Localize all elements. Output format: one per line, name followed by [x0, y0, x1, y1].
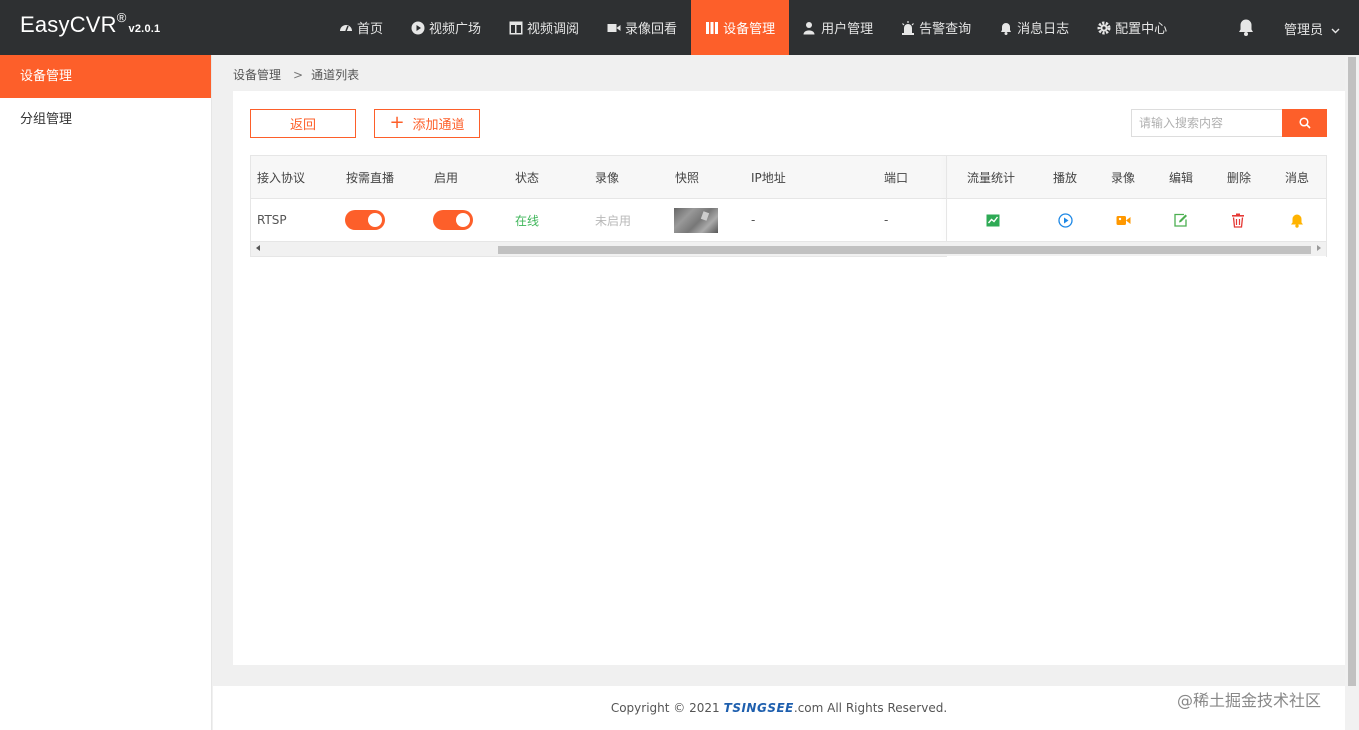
play-icon[interactable]: [1058, 212, 1073, 228]
search-button[interactable]: [1282, 109, 1327, 137]
alarm-icon: [902, 20, 915, 35]
snapshot-thumbnail[interactable]: [674, 207, 718, 233]
footer: Copyright © 2021 TSINGSEE .com All Rights…: [213, 686, 1345, 730]
column-header-snapshot[interactable]: 快照: [675, 156, 699, 198]
column-header-enable[interactable]: 启用: [434, 156, 458, 198]
user-icon: [803, 21, 815, 34]
column-header-edit: 编辑: [1169, 170, 1194, 185]
enable-toggle[interactable]: [433, 210, 473, 230]
edit-icon[interactable]: [1173, 213, 1188, 228]
breadcrumb: 设备管理 > 通道列表: [233, 66, 359, 83]
column-header-delete: 删除: [1227, 170, 1252, 185]
sidebar: 设备管理 分组管理: [0, 55, 212, 730]
column-header-play: 播放: [1053, 170, 1078, 185]
nav-item-device-management[interactable]: 设备管理: [691, 0, 790, 55]
user-menu[interactable]: 管理员: [1284, 19, 1340, 38]
column-header-traffic: 流量统计: [967, 170, 1016, 185]
column-header-message: 消息: [1285, 170, 1310, 185]
breadcrumb-root[interactable]: 设备管理: [233, 68, 281, 82]
message-bell-icon[interactable]: [1290, 213, 1304, 228]
nav-item-alarm-query[interactable]: 告警查询: [887, 0, 985, 55]
nav-item-playback[interactable]: 录像回看: [593, 0, 691, 55]
chevron-down-icon: [1331, 28, 1340, 33]
ip-cell: -: [751, 213, 756, 227]
column-header-status[interactable]: 状态: [515, 156, 539, 198]
horizontal-scroll-thumb[interactable]: [498, 246, 1311, 254]
rights-text: .com All Rights Reserved.: [793, 701, 948, 715]
search-icon: [1298, 117, 1311, 129]
nav-item-message-log[interactable]: 消息日志: [985, 0, 1083, 55]
nav-item-user-management[interactable]: 用户管理: [789, 0, 887, 55]
vertical-scroll-thumb[interactable]: [1348, 57, 1356, 686]
watermark: @稀土掘金技术社区: [1177, 691, 1322, 710]
layout-icon: [509, 21, 523, 34]
delete-icon[interactable]: [1231, 213, 1245, 228]
breadcrumb-separator: >: [293, 68, 304, 82]
vertical-scrollbar[interactable]: [1345, 55, 1359, 730]
column-header-port[interactable]: 端口: [884, 156, 908, 198]
channel-table: 接入协议 按需直播 启用 状态 录像 快照 IP地址 端口 流量统计 播放 录像…: [250, 155, 1327, 284]
scroll-right-arrow[interactable]: [1317, 245, 1321, 251]
video-camera-icon: [607, 23, 621, 32]
status-badge: 在线: [515, 213, 540, 228]
on-demand-toggle[interactable]: [345, 210, 385, 230]
record-camera-icon[interactable]: [1116, 215, 1131, 226]
channel-list-panel: 返回 + 添加通道 接入协议 按需直播 启用 状态 录像 快照 IP地址 端口 …: [233, 91, 1345, 665]
column-header-on-demand[interactable]: 按需直播: [346, 156, 394, 198]
plus-icon: +: [389, 111, 405, 133]
device-icon: [706, 21, 719, 34]
sidebar-item-group-management[interactable]: 分组管理: [0, 98, 211, 141]
nav-item-video-review[interactable]: 视频调阅: [495, 0, 593, 55]
record-status: 未启用: [595, 213, 632, 228]
horizontal-scrollbar[interactable]: [251, 241, 1326, 256]
scroll-left-arrow[interactable]: [256, 245, 260, 251]
top-navbar: EasyCVR®v2.0.1 首页 视频广场 视频调阅 录像回看 设备管理 用户…: [0, 0, 1359, 55]
add-channel-button[interactable]: + 添加通道: [374, 109, 480, 138]
play-circle-icon: [411, 21, 425, 34]
nav-item-video-square[interactable]: 视频广场: [397, 0, 495, 55]
dashboard-icon: [340, 24, 352, 31]
notification-bell-icon[interactable]: [1237, 17, 1255, 37]
port-cell: -: [884, 213, 889, 227]
sidebar-item-device-management[interactable]: 设备管理: [0, 55, 211, 98]
nav-item-home[interactable]: 首页: [325, 0, 397, 55]
breadcrumb-current: 通道列表: [311, 68, 360, 82]
column-header-record[interactable]: 录像: [595, 156, 619, 198]
protocol-cell: RTSP: [257, 213, 287, 227]
column-header-protocol[interactable]: 接入协议: [257, 156, 305, 198]
brand-logo[interactable]: TSINGSEE: [724, 701, 794, 715]
bell-icon: [1001, 22, 1012, 35]
gear-icon: [1097, 21, 1111, 34]
search-input[interactable]: [1131, 109, 1282, 137]
table-row: RTSP 在线 未启用 - -: [251, 199, 1326, 284]
column-header-ip[interactable]: IP地址: [751, 156, 786, 198]
main-nav: 首页 视频广场 视频调阅 录像回看 设备管理 用户管理 告警查询 消息日志 配置…: [325, 0, 1181, 55]
app-logo[interactable]: EasyCVR®v2.0.1: [20, 10, 160, 38]
copyright-text: Copyright © 2021: [610, 701, 720, 715]
fixed-columns-divider: [946, 156, 947, 241]
traffic-chart-icon[interactable]: [986, 214, 1000, 227]
column-header-recording: 录像: [1111, 170, 1136, 185]
table-header: 接入协议 按需直播 启用 状态 录像 快照 IP地址 端口 流量统计 播放 录像…: [251, 156, 1326, 199]
nav-item-config-center[interactable]: 配置中心: [1083, 0, 1181, 55]
back-button[interactable]: 返回: [250, 109, 356, 138]
